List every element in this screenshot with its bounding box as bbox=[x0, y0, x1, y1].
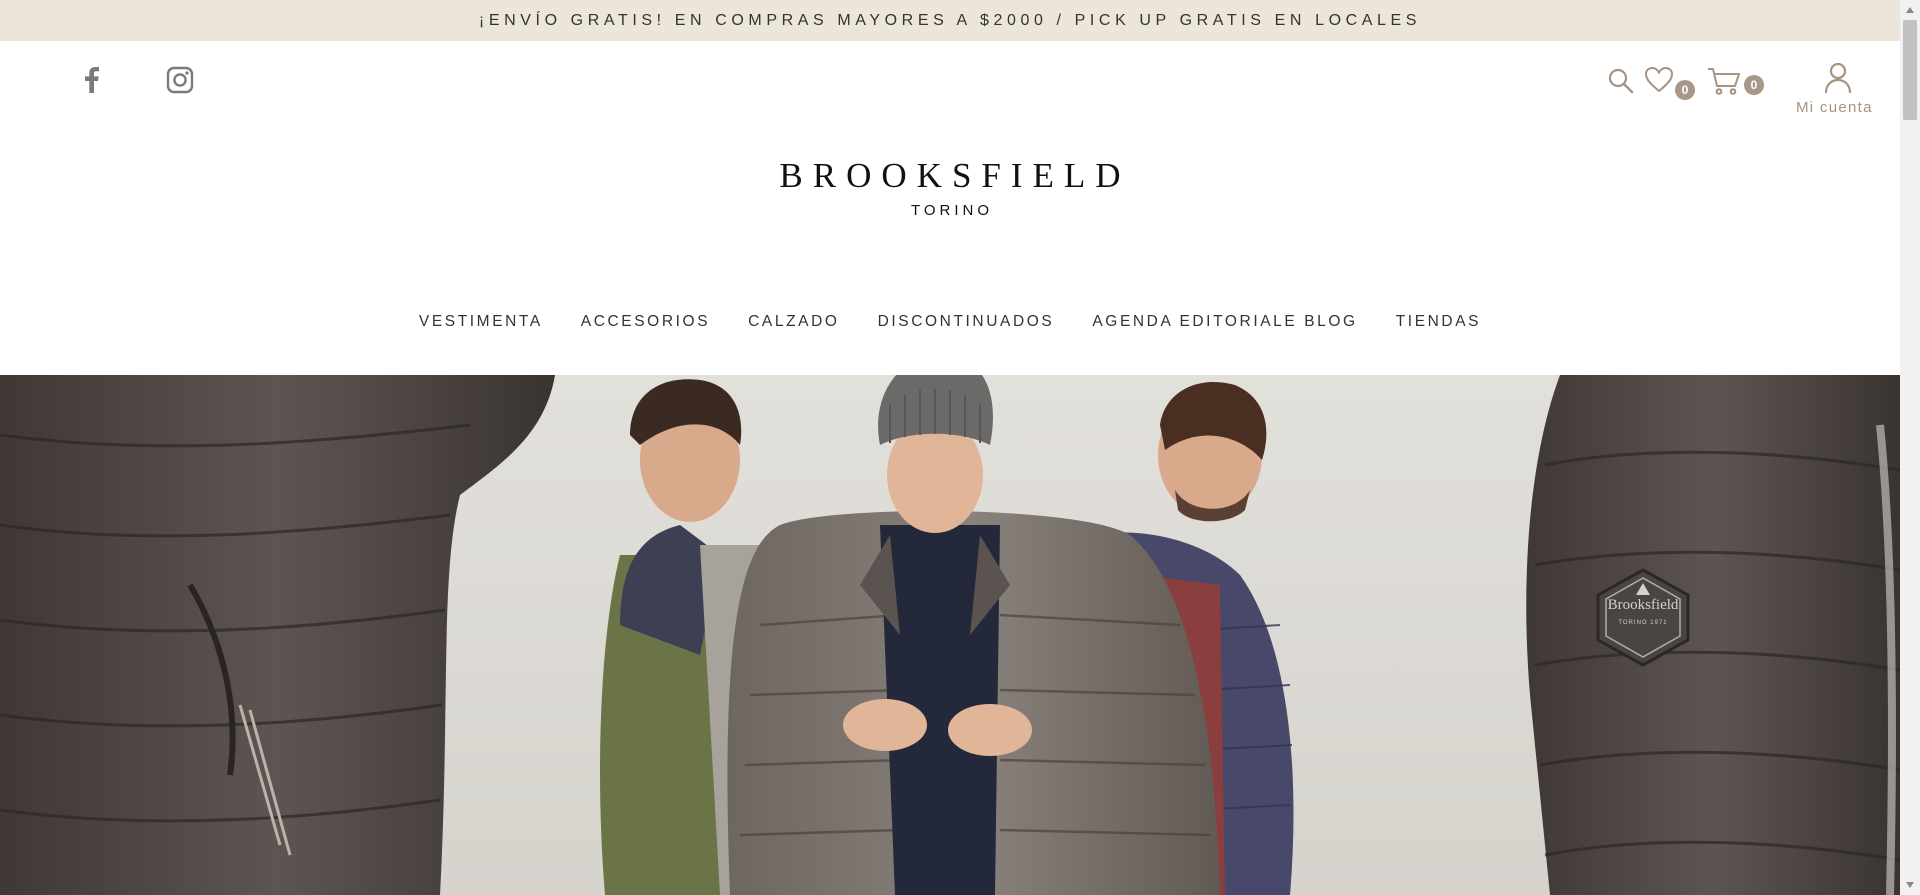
account-label[interactable]: Mi cuenta bbox=[1796, 99, 1873, 116]
cart-count-badge: 0 bbox=[1744, 75, 1764, 95]
user-icon bbox=[1824, 62, 1852, 94]
account-button[interactable] bbox=[1823, 62, 1853, 94]
nav-item-blog[interactable]: AGENDA EDITORIALE BLOG bbox=[1073, 313, 1376, 331]
wishlist-button[interactable] bbox=[1644, 66, 1674, 94]
main-nav: VESTIMENTA ACCESORIOS CALZADO DISCONTINU… bbox=[0, 313, 1900, 331]
nav-item-tiendas[interactable]: TIENDAS bbox=[1377, 313, 1500, 331]
cart-button[interactable] bbox=[1707, 66, 1741, 96]
logo-main-text: BROOKSFIELD bbox=[779, 156, 1131, 195]
brand-logo[interactable]: BROOKSFIELD TORINO bbox=[0, 156, 1900, 219]
logo-sub-text: TORINO bbox=[910, 202, 994, 219]
social-links bbox=[78, 66, 194, 94]
instagram-icon[interactable] bbox=[166, 66, 194, 94]
page: ¡ENVÍO GRATIS! EN COMPRAS MAYORES A $200… bbox=[0, 0, 1900, 895]
scroll-thumb[interactable] bbox=[1903, 20, 1917, 120]
scroll-up-arrow-icon[interactable] bbox=[1900, 0, 1920, 20]
heart-icon bbox=[1644, 66, 1674, 93]
scroll-down-arrow-icon[interactable] bbox=[1900, 875, 1920, 895]
announcement-bar: ¡ENVÍO GRATIS! EN COMPRAS MAYORES A $200… bbox=[0, 0, 1900, 41]
wishlist-count-badge: 0 bbox=[1675, 80, 1695, 100]
page-scrollbar[interactable] bbox=[1900, 0, 1920, 895]
hero-banner[interactable]: Brooksfield TORINO 1971 bbox=[0, 375, 1900, 895]
nav-item-accesorios[interactable]: ACCESORIOS bbox=[562, 313, 729, 331]
patch-text: Brooksfield bbox=[1608, 597, 1679, 613]
hero-image: Brooksfield TORINO 1971 bbox=[0, 375, 1900, 895]
nav-item-discontinuados[interactable]: DISCONTINUADOS bbox=[859, 313, 1074, 331]
cart-icon bbox=[1708, 68, 1740, 95]
search-icon[interactable] bbox=[1607, 67, 1635, 95]
facebook-icon[interactable] bbox=[78, 66, 106, 94]
announcement-text: ¡ENVÍO GRATIS! EN COMPRAS MAYORES A $200… bbox=[478, 11, 1422, 29]
nav-item-calzado[interactable]: CALZADO bbox=[729, 313, 858, 331]
nav-item-vestimenta[interactable]: VESTIMENTA bbox=[400, 313, 562, 331]
patch-subtext: TORINO 1971 bbox=[1618, 620, 1667, 626]
